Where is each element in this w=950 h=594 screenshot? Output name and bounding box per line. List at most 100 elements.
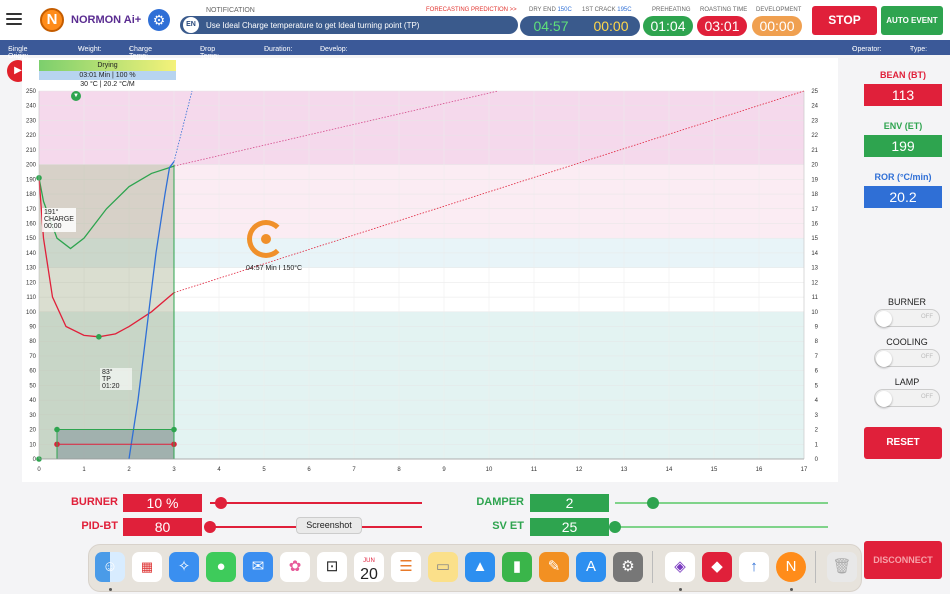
x-tick-label: 14 — [666, 467, 673, 473]
ror-value: 20.2 — [864, 186, 942, 208]
y-tick-label: 70 — [29, 354, 36, 360]
phase-banner: Drying — [39, 60, 176, 71]
visual-studio-icon[interactable]: ◈ — [665, 552, 695, 582]
notes-icon[interactable]: ▭ — [428, 552, 458, 582]
x-tick-label: 17 — [801, 467, 808, 473]
phase-time: 03:01 Min | 100 % — [39, 71, 176, 80]
sv-control-label: SV ET — [492, 520, 524, 532]
x-tick-label: 11 — [531, 467, 538, 473]
development-time: 00:00 — [752, 16, 802, 36]
mail-icon[interactable]: ✉ — [243, 552, 273, 582]
disconnect-button[interactable]: DISCONNECT — [864, 541, 942, 579]
settings-bar: Single Origin: - Weight: - Charge Temp: … — [0, 40, 950, 60]
y2-tick-label: 24 — [811, 104, 818, 110]
y-tick-label: 210 — [26, 148, 37, 154]
lamp-toggle[interactable]: OFF — [874, 389, 940, 407]
y-tick-label: 30 — [29, 413, 36, 419]
notification-label: NOTIFICATION — [206, 7, 255, 14]
y2-tick-label: 17 — [811, 207, 818, 213]
calendar-icon[interactable]: JUN 20 — [354, 552, 384, 583]
auto-event-button[interactable]: AUTO EVENT — [881, 6, 943, 35]
stop-button[interactable]: STOP — [812, 6, 877, 35]
damper-control-label: DAMPER — [476, 496, 524, 508]
preheating-label: PREHEATING — [652, 7, 691, 13]
burner-control-label: BURNER — [70, 496, 118, 508]
y-tick-label: 40 — [29, 398, 36, 404]
y2-tick-label: 22 — [811, 133, 818, 139]
y-tick-label: 200 — [26, 163, 37, 169]
trash-icon[interactable]: 🗑 — [827, 552, 857, 582]
y-tick-label: 180 — [26, 192, 37, 198]
tp-annotation: 83° TP 01:20 — [100, 368, 132, 390]
chevron-down-icon[interactable]: ▼ — [71, 91, 81, 101]
pid-control-value: 80 — [123, 518, 202, 536]
sv-control-value: 25 — [530, 518, 609, 536]
burner-slider[interactable] — [210, 502, 422, 504]
y-tick-label: 160 — [26, 221, 37, 227]
first-crack-label: 1ST CRACK 195C — [582, 7, 632, 13]
reset-button[interactable]: RESET — [864, 427, 942, 459]
y-tick-label: 80 — [29, 339, 36, 345]
sv-slider-knob[interactable] — [609, 521, 621, 533]
app-logo: N — [40, 8, 64, 32]
pid-slider-knob[interactable] — [204, 521, 216, 533]
x-tick-label: 12 — [576, 467, 583, 473]
burner-toggle[interactable]: OFF — [874, 309, 940, 327]
x-tick-label: 15 — [711, 467, 718, 473]
dry-end-marker-label: 04:57 Min I 150°C — [246, 265, 303, 272]
development-label: DEVELOPMENT — [756, 7, 802, 13]
charge-annotation: 191° CHARGE 00:00 — [42, 208, 76, 232]
notification-text: Use Ideal Charge temperature to get Idea… — [206, 21, 420, 30]
first-crack-time: 00:00 — [593, 18, 629, 34]
roast-chart-svg: 0102030405060708090100110120130140150160… — [8, 58, 850, 491]
cooling-toggle-label: COOLING — [886, 337, 928, 347]
keynote-icon[interactable]: ▲ — [465, 552, 495, 582]
dry-end-label: DRY END 150C — [529, 7, 572, 13]
y-tick-label: 140 — [26, 251, 37, 257]
y2-tick-label: 18 — [811, 192, 818, 198]
y2-tick-label: 21 — [811, 148, 818, 154]
y-tick-label: 10 — [29, 442, 36, 448]
burner-control-value: 10 % — [123, 494, 202, 512]
y-tick-label: 110 — [26, 295, 36, 301]
y2-tick-label: 12 — [811, 280, 818, 286]
sv-slider[interactable] — [615, 526, 828, 528]
y-tick-label: 20 — [29, 428, 36, 434]
pages-icon[interactable]: ✎ — [539, 552, 569, 582]
screenshot-icon[interactable]: ⊡ — [317, 552, 347, 582]
language-button[interactable]: EN — [183, 17, 199, 33]
y-tick-label: 90 — [29, 325, 36, 331]
app-store-icon[interactable]: A — [576, 552, 606, 582]
gear-icon[interactable]: ⚙ — [148, 9, 170, 31]
git-icon[interactable]: ◆ — [702, 552, 732, 582]
y2-tick-label: 10 — [811, 310, 818, 316]
y2-tick-label: 19 — [811, 177, 818, 183]
finder-icon[interactable]: ☺ — [95, 552, 125, 582]
normon-icon[interactable]: N — [776, 552, 806, 582]
cooling-toggle[interactable]: OFF — [874, 349, 940, 367]
transporter-icon[interactable]: ↑ — [739, 552, 769, 582]
damper-slider-knob[interactable] — [647, 497, 660, 509]
lamp-toggle-label: LAMP — [894, 377, 920, 387]
y-tick-label: 230 — [26, 118, 37, 124]
burner-slider-knob[interactable] — [214, 497, 227, 509]
numbers-icon[interactable]: ▮ — [502, 552, 532, 582]
dock: ☺ ▦ ✧ ● ✉ ✿ ⊡ JUN 20 ☰ ▭ ▲ ▮ ✎ A ⚙ ◈ ◆ ↑ … — [88, 544, 862, 592]
burner-toggle-label: BURNER — [887, 297, 926, 307]
reminders-icon[interactable]: ☰ — [391, 552, 421, 582]
launchpad-icon[interactable]: ▦ — [132, 552, 162, 582]
y2-tick-label: 15 — [811, 236, 818, 242]
y-tick-label: 150 — [26, 236, 37, 242]
env-value: 199 — [864, 135, 942, 157]
dry-end-marker-dot — [261, 234, 271, 244]
y-tick-label: 130 — [26, 266, 37, 272]
safari-icon[interactable]: ✧ — [169, 552, 199, 582]
menu-icon[interactable] — [6, 10, 22, 25]
system-settings-icon[interactable]: ⚙ — [613, 552, 643, 582]
x-tick-label: 16 — [756, 467, 763, 473]
y2-tick-label: 14 — [811, 251, 818, 257]
messages-icon[interactable]: ● — [206, 552, 236, 582]
photos-icon[interactable]: ✿ — [280, 552, 310, 582]
x-tick-label: 13 — [621, 467, 628, 473]
env-label: ENV (ET) — [883, 121, 923, 131]
